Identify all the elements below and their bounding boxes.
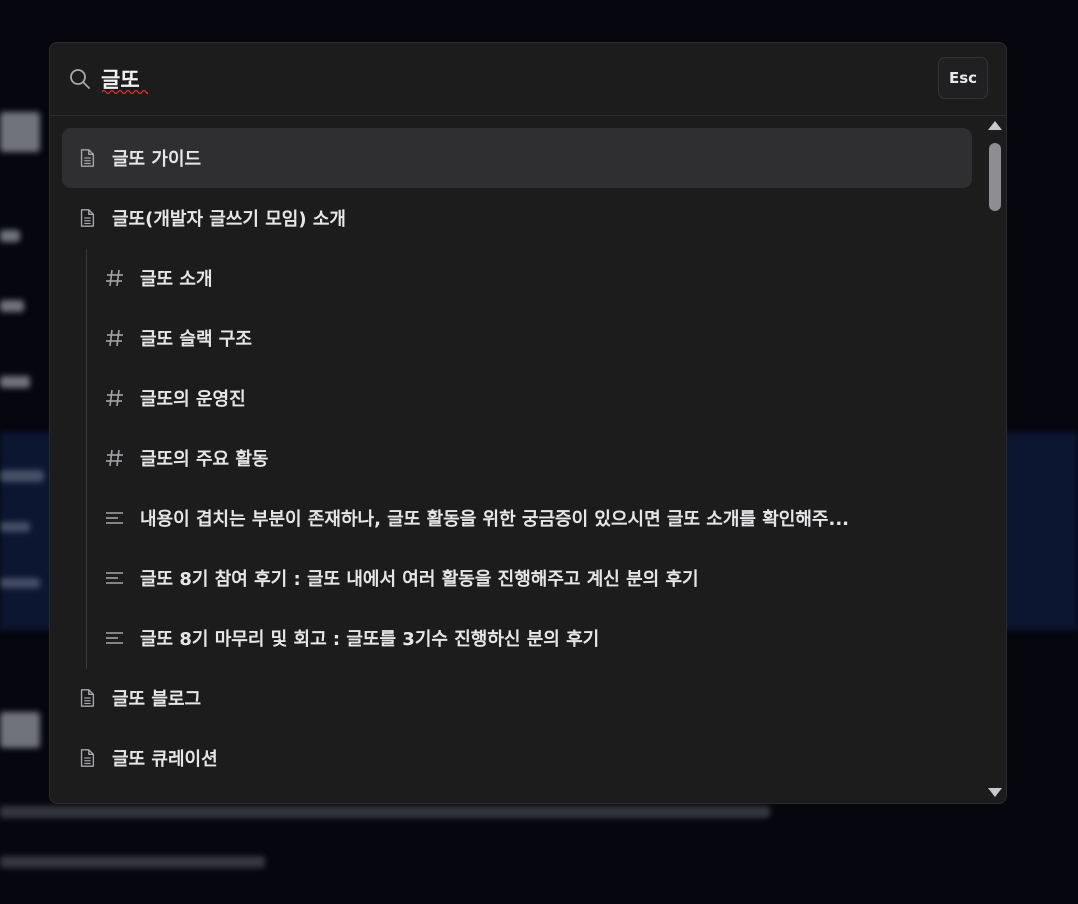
search-result-heading[interactable]: 글또 슬랙 구조 <box>62 308 972 368</box>
search-icon <box>70 69 90 89</box>
search-result-page[interactable]: 글또 블로그 <box>62 668 972 728</box>
search-result-heading[interactable]: 글또의 운영진 <box>62 368 972 428</box>
scroll-down-arrow-icon[interactable] <box>988 788 1002 797</box>
hash-icon <box>104 327 126 349</box>
search-result-heading[interactable]: 글또의 주요 활동 <box>62 428 972 488</box>
search-input[interactable] <box>101 64 881 94</box>
search-result-label: 글또 슬랙 구조 <box>140 329 252 350</box>
document-icon <box>76 687 98 709</box>
hash-icon <box>104 267 126 289</box>
search-result-label: 내용이 겹치는 부분이 존재하나, 글또 활동을 위한 궁금증이 있으시면 글또… <box>140 509 850 530</box>
search-result-label: 글또(개발자 글쓰기 모임) 소개 <box>112 209 346 230</box>
search-result-text[interactable]: 글또 8기 참여 후기 : 글또 내에서 여러 활동을 진행해주고 계신 분의 … <box>62 548 972 608</box>
document-icon <box>76 207 98 229</box>
hash-icon <box>104 387 126 409</box>
hash-icon <box>104 447 126 469</box>
search-bar: Esc <box>50 43 1006 116</box>
search-result-label: 글또 가이드 <box>112 149 202 170</box>
scroll-up-arrow-icon[interactable] <box>988 121 1002 130</box>
search-result-page[interactable]: 글또 가이드 <box>62 128 972 188</box>
search-result-label: 글또 8기 참여 후기 : 글또 내에서 여러 활동을 진행해주고 계신 분의 … <box>140 569 699 590</box>
spellcheck-underline <box>102 89 148 95</box>
search-result-page[interactable]: 글또(개발자 글쓰기 모임) 소개 <box>62 188 972 248</box>
text-lines-icon <box>104 507 126 529</box>
search-result-label: 글또 큐레이션 <box>112 749 218 770</box>
document-icon <box>76 147 98 169</box>
search-result-text[interactable]: 글또 8기 마무리 및 회고 : 글또를 3기수 진행하신 분의 후기 <box>62 608 972 668</box>
search-result-label: 글또의 운영진 <box>140 389 246 410</box>
search-result-label: 글또 8기 마무리 및 회고 : 글또를 3기수 진행하신 분의 후기 <box>140 629 600 650</box>
search-result-page[interactable]: 글또 큐레이션 <box>62 728 972 788</box>
search-result-label: 글또의 주요 활동 <box>140 449 269 470</box>
search-result-heading[interactable]: 글또 소개 <box>62 248 972 308</box>
document-icon <box>76 747 98 769</box>
search-results-list: 글또 가이드글또(개발자 글쓰기 모임) 소개글또 소개글또 슬랙 구조글또의 … <box>50 116 984 803</box>
results-scrollbar[interactable] <box>984 116 1006 803</box>
search-result-label: 글또 블로그 <box>112 689 202 710</box>
search-modal: Esc 글또 가이드글또(개발자 글쓰기 모임) 소개글또 소개글또 슬랙 구조… <box>49 42 1007 804</box>
search-result-label: 글또 소개 <box>140 269 213 290</box>
search-result-text[interactable]: 내용이 겹치는 부분이 존재하나, 글또 활동을 위한 궁금증이 있으시면 글또… <box>62 488 972 548</box>
scroll-thumb[interactable] <box>989 143 1001 211</box>
text-lines-icon <box>104 627 126 649</box>
text-lines-icon <box>104 567 126 589</box>
escape-button[interactable]: Esc <box>938 57 988 99</box>
